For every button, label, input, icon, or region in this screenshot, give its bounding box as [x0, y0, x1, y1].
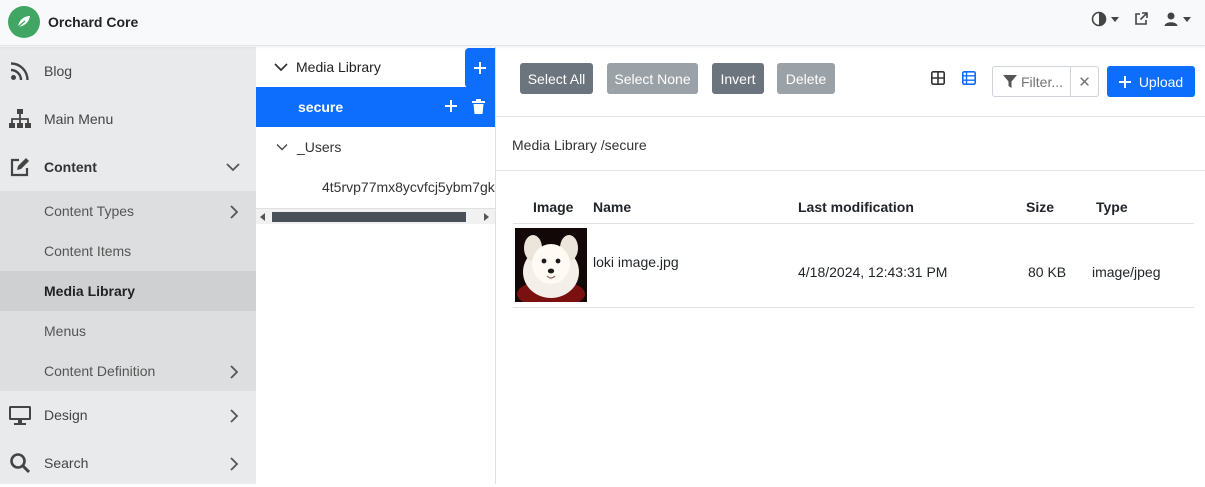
column-header-size[interactable]: Size	[1018, 191, 1078, 224]
user-icon	[1164, 12, 1178, 26]
sidebar-item-label: Content	[44, 159, 97, 175]
plus-icon	[1118, 75, 1131, 88]
sidebar-item-label: Menus	[44, 323, 87, 339]
upload-button[interactable]: Upload	[1107, 66, 1195, 97]
user-menu[interactable]	[1163, 11, 1191, 27]
chevron-down-icon	[274, 63, 288, 72]
brand-title: Orchard Core	[48, 14, 139, 30]
file-modified: 4/18/2024, 12:43:31 PM	[798, 223, 1018, 308]
filter-box: ✕	[992, 66, 1099, 97]
tree-folder-label: Media Library	[296, 59, 381, 75]
sidebar-item-label: Content Definition	[44, 363, 156, 379]
brand[interactable]: Orchard Core	[8, 6, 138, 38]
sidebar-item-content-definition[interactable]: Content Definition	[0, 351, 256, 391]
clear-filter-button[interactable]: ✕	[1070, 67, 1098, 96]
column-header-name[interactable]: Name	[593, 191, 798, 224]
theme-toggle-icon	[1091, 11, 1107, 27]
chevron-right-icon	[230, 409, 239, 423]
sidebar-item-blog[interactable]: Blog	[0, 47, 256, 95]
sitemap-icon	[8, 107, 32, 131]
tree-folder-users[interactable]: _Users	[256, 127, 495, 167]
column-header-image[interactable]: Image	[513, 191, 593, 224]
theme-toggle[interactable]	[1091, 11, 1119, 27]
sidebar-item-content-items[interactable]: Content Items	[0, 231, 256, 271]
sidebar-item-label: Blog	[44, 63, 73, 79]
chevron-down-icon	[226, 163, 240, 172]
top-navbar: Orchard Core	[0, 0, 1205, 46]
scroll-left-icon[interactable]	[260, 213, 265, 221]
orchard-logo-icon	[8, 6, 40, 38]
column-header-type[interactable]: Type	[1078, 191, 1194, 224]
plus-icon	[474, 62, 486, 74]
upload-label: Upload	[1138, 73, 1184, 90]
filter-icon	[1003, 75, 1017, 88]
breadcrumb: Media Library /secure	[496, 117, 1205, 171]
add-root-folder-button[interactable]	[465, 48, 495, 88]
tree-folder-label: _Users	[297, 139, 342, 155]
chevron-down-icon	[276, 144, 288, 151]
monitor-icon	[8, 403, 32, 427]
sidebar-item-content[interactable]: Content	[0, 143, 256, 191]
edit-icon	[8, 155, 32, 179]
grid-icon	[931, 71, 945, 85]
delete-folder-icon[interactable]	[472, 99, 485, 114]
search-icon	[8, 451, 32, 475]
chevron-right-icon	[230, 205, 239, 219]
tree-folder-secure[interactable]: secure	[256, 87, 495, 127]
sidebar-item-label: Content Items	[44, 243, 132, 259]
thumbnail-view-button[interactable]	[931, 71, 945, 90]
external-link-icon	[1135, 12, 1148, 25]
list-icon	[962, 71, 976, 85]
folder-tree: Media Library secure _Users 4t5rvp77mx8y…	[256, 47, 496, 484]
invert-button[interactable]: Invert	[712, 63, 764, 94]
sidebar-item-menus[interactable]: Menus	[0, 311, 256, 351]
sidebar-item-media-library[interactable]: Media Library	[0, 271, 256, 311]
file-type: image/jpeg	[1078, 223, 1194, 308]
sidebar-item-label: Media Library	[44, 283, 136, 299]
delete-button[interactable]: Delete	[777, 63, 835, 94]
visit-site-link[interactable]	[1133, 11, 1149, 27]
sidebar-item-label: Main Menu	[44, 111, 114, 127]
file-size: 80 KB	[1018, 223, 1078, 308]
media-thumbnail[interactable]	[515, 228, 587, 302]
sidebar-item-label: Content Types	[44, 203, 135, 219]
list-view-button[interactable]	[962, 71, 976, 90]
tree-folder-user-id[interactable]: 4t5rvp77mx8ycvfcj5ybm7gk	[256, 167, 495, 207]
filter-input[interactable]	[1021, 73, 1069, 91]
scrollbar-thumb[interactable]	[272, 212, 466, 222]
select-none-button[interactable]: Select None	[607, 63, 698, 94]
scroll-right-icon[interactable]	[484, 213, 489, 221]
chevron-right-icon	[230, 457, 239, 471]
tree-root-folder[interactable]: Media Library	[256, 47, 495, 87]
chevron-right-icon	[230, 365, 239, 379]
select-all-button[interactable]: Select All	[520, 63, 593, 94]
sidebar-item-main-menu[interactable]: Main Menu	[0, 95, 256, 143]
column-header-last-modification[interactable]: Last modification	[798, 191, 1018, 224]
tree-folder-label: 4t5rvp77mx8ycvfcj5ybm7gk	[322, 179, 495, 195]
sidebar: Blog Main Menu Content Content Types Con…	[0, 47, 256, 484]
table-row[interactable]: loki image.jpg 4/18/2024, 12:43:31 PM 80…	[513, 223, 1194, 308]
table-header-row: Image Name Last modification Size Type	[513, 191, 1194, 224]
media-table: Image Name Last modification Size Type l…	[513, 191, 1194, 308]
content-submenu: Content Types Content Items Media Librar…	[0, 191, 256, 391]
media-toolbar: Select All Select None Invert Delete ✕ U…	[496, 47, 1205, 117]
sidebar-item-content-types[interactable]: Content Types	[0, 191, 256, 231]
sidebar-item-search[interactable]: Search	[0, 439, 256, 487]
file-name[interactable]: loki image.jpg	[593, 223, 798, 308]
close-icon: ✕	[1078, 73, 1091, 91]
add-folder-icon[interactable]	[444, 99, 458, 113]
sidebar-item-label: Design	[44, 407, 88, 423]
media-main: Select All Select None Invert Delete ✕ U…	[496, 47, 1205, 484]
tree-folder-label: secure	[298, 99, 344, 115]
tree-horizontal-scrollbar[interactable]	[256, 208, 495, 224]
sidebar-item-design[interactable]: Design	[0, 391, 256, 439]
rss-icon	[8, 59, 32, 83]
sidebar-item-label: Search	[44, 455, 89, 471]
